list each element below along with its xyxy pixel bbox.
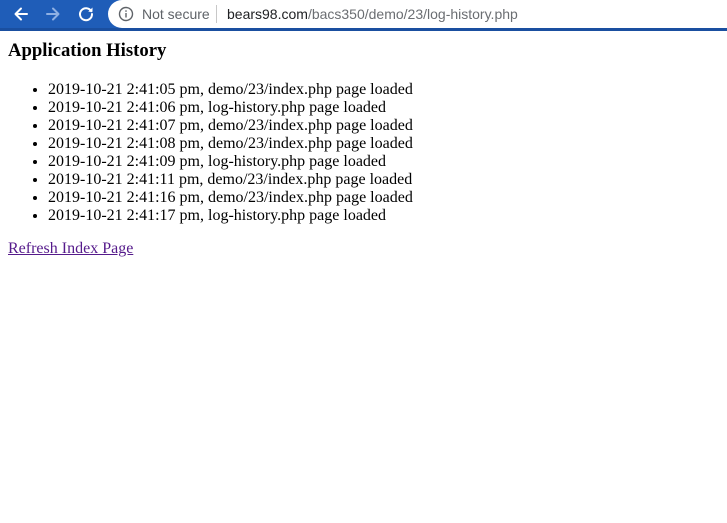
url-path: /bacs350/demo/23/log-history.php <box>307 6 518 22</box>
reload-button[interactable] <box>74 2 98 26</box>
page-title: Application History <box>8 40 167 61</box>
history-list: 2019-10-21 2:41:05 pm, demo/23/index.php… <box>0 81 413 225</box>
security-status[interactable]: Not secure <box>142 5 210 23</box>
history-item: 2019-10-21 2:41:16 pm, demo/23/index.php… <box>48 189 413 207</box>
address-bar[interactable]: Not secure bears98.com/bacs350/demo/23/l… <box>108 0 727 28</box>
history-item: 2019-10-21 2:41:08 pm, demo/23/index.php… <box>48 135 413 153</box>
address-divider <box>216 5 217 23</box>
refresh-index-link[interactable]: Refresh Index Page <box>8 240 133 258</box>
url-host: bears98.com <box>227 6 308 22</box>
url-text[interactable]: bears98.com/bacs350/demo/23/log-history.… <box>227 5 518 23</box>
browser-toolbar: Not secure bears98.com/bacs350/demo/23/l… <box>0 0 727 28</box>
history-item: 2019-10-21 2:41:09 pm, log-history.php p… <box>48 153 413 171</box>
reload-icon <box>79 7 94 22</box>
history-item: 2019-10-21 2:41:11 pm, demo/23/index.php… <box>48 171 413 189</box>
arrow-right-icon <box>46 7 60 21</box>
history-item: 2019-10-21 2:41:05 pm, demo/23/index.php… <box>48 81 413 99</box>
forward-button[interactable] <box>41 2 65 26</box>
toolbar-border <box>0 28 727 31</box>
back-button[interactable] <box>9 2 33 26</box>
history-item: 2019-10-21 2:41:07 pm, demo/23/index.php… <box>48 117 413 135</box>
arrow-left-icon <box>14 7 28 21</box>
history-item: 2019-10-21 2:41:06 pm, log-history.php p… <box>48 99 413 117</box>
info-circle-icon[interactable] <box>118 6 134 22</box>
history-item: 2019-10-21 2:41:17 pm, log-history.php p… <box>48 207 413 225</box>
